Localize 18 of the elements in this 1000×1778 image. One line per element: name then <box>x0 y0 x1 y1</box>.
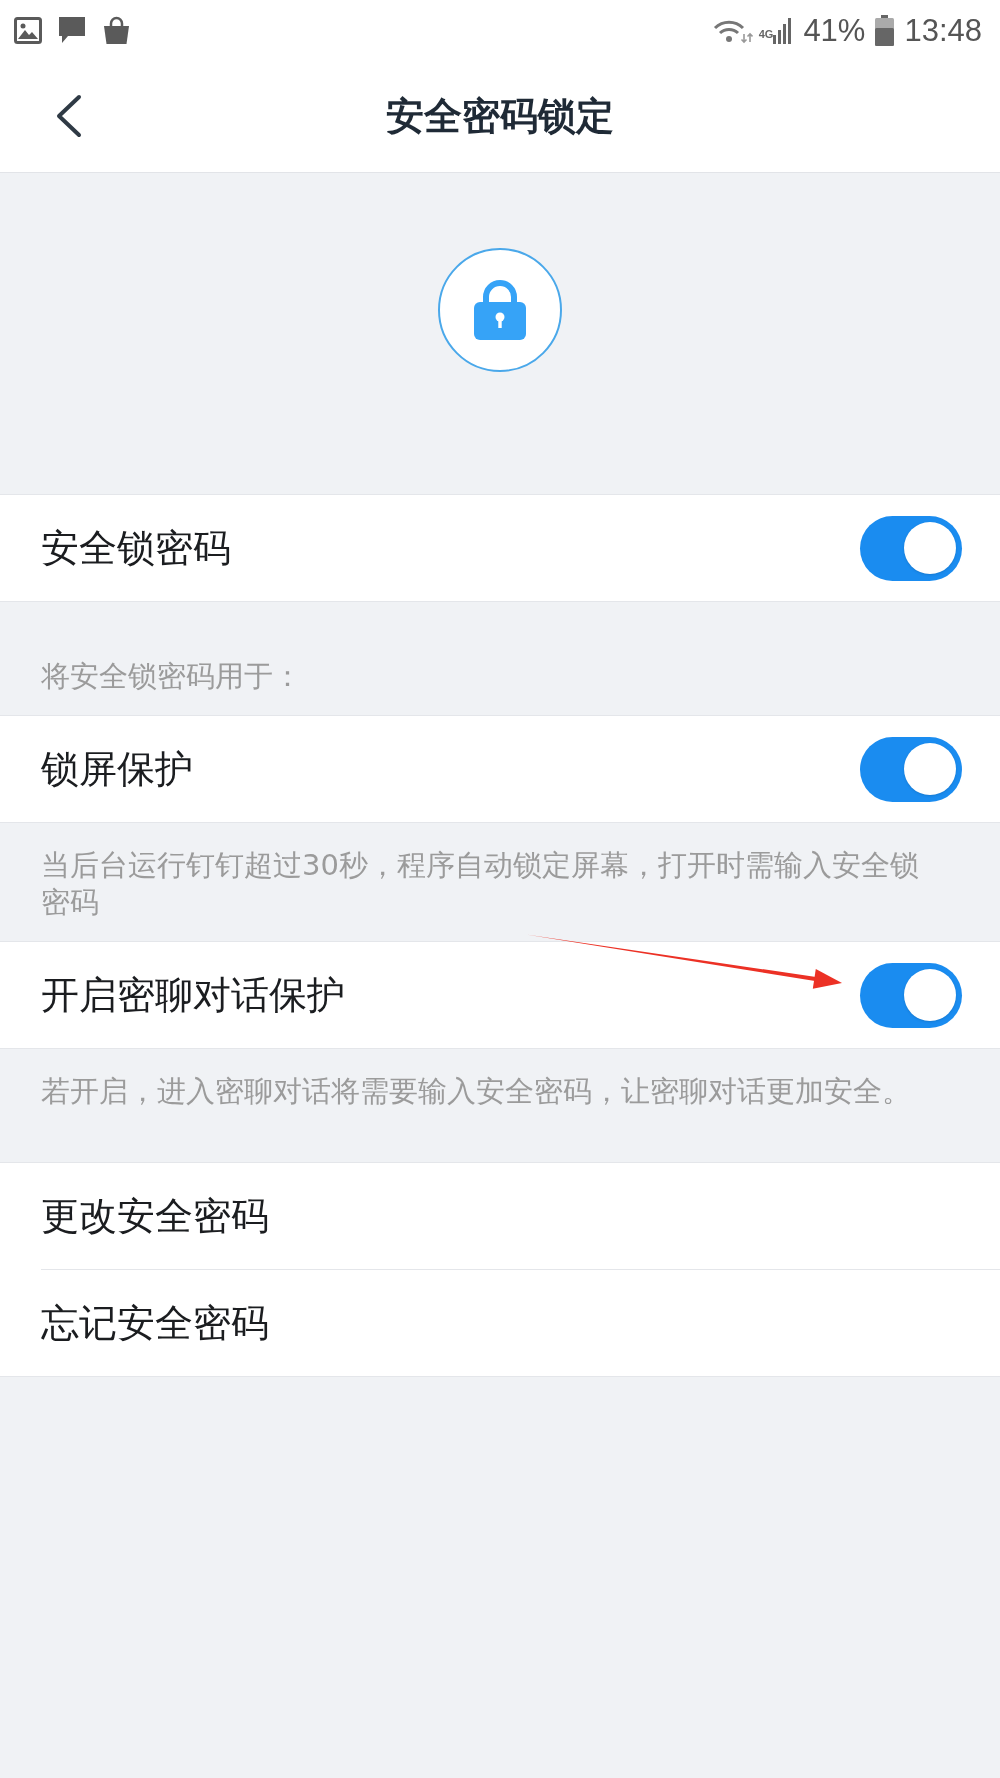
setting-description: 当后台运行钉钉超过30秒，程序自动锁定屏幕，打开时需输入安全锁密码 <box>41 847 920 921</box>
battery-percent: 41% <box>803 14 866 46</box>
setting-label: 安全锁密码 <box>41 529 231 567</box>
setting-description: 若开启，进入密聊对话将需要输入安全密码，让密聊对话更加安全。 <box>41 1073 911 1110</box>
image-icon <box>14 16 42 44</box>
menu-item[interactable]: 忘记安全密码 <box>41 1269 1000 1376</box>
battery-icon <box>875 14 895 46</box>
chevron-left-icon <box>54 94 82 138</box>
signal-icon <box>773 16 794 44</box>
setting-label: 开启密聊对话保护 <box>41 976 345 1014</box>
section-caption: 将安全锁密码用于： <box>41 658 302 695</box>
shopping-bag-icon <box>102 15 131 45</box>
message-icon <box>57 15 87 45</box>
network-type-label: 4G <box>758 28 774 40</box>
clock-time: 13:48 <box>904 14 982 46</box>
setting-label: 锁屏保护 <box>41 750 193 788</box>
page-title: 安全密码锁定 <box>385 93 615 139</box>
menu-item[interactable]: 更改安全密码 <box>41 1163 1000 1269</box>
